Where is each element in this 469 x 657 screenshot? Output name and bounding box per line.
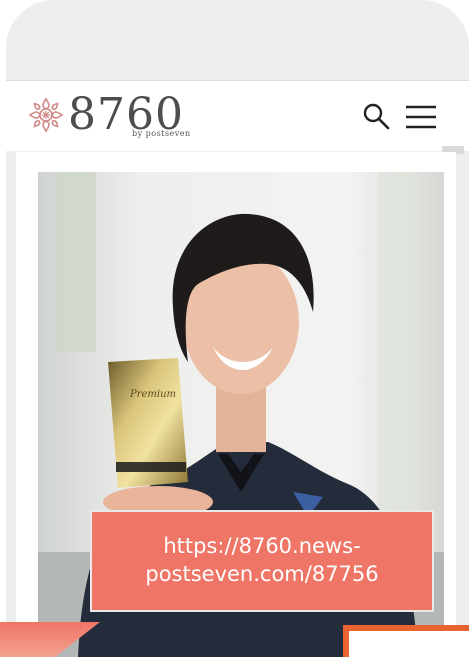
url-line-1: https://8760.news- (163, 534, 361, 558)
phone-frame: 8760 by postseven Premium https://8760.n… (6, 0, 469, 657)
status-bar-area (6, 0, 469, 80)
site-logo[interactable]: 8760 by postseven (28, 87, 228, 143)
logo-tagline: by postseven (132, 129, 191, 138)
menu-icon[interactable] (404, 103, 438, 131)
svg-text:Premium: Premium (129, 389, 176, 400)
url-caption: https://8760.news- postseven.com/87756 (90, 510, 434, 612)
url-line-2: postseven.com/87756 (145, 562, 379, 586)
site-header: 8760 by postseven (6, 80, 469, 151)
bottom-left-tab[interactable] (0, 622, 100, 657)
flower-logo-icon (28, 97, 64, 133)
search-icon[interactable] (361, 101, 391, 131)
bottom-right-tab[interactable] (343, 625, 469, 657)
